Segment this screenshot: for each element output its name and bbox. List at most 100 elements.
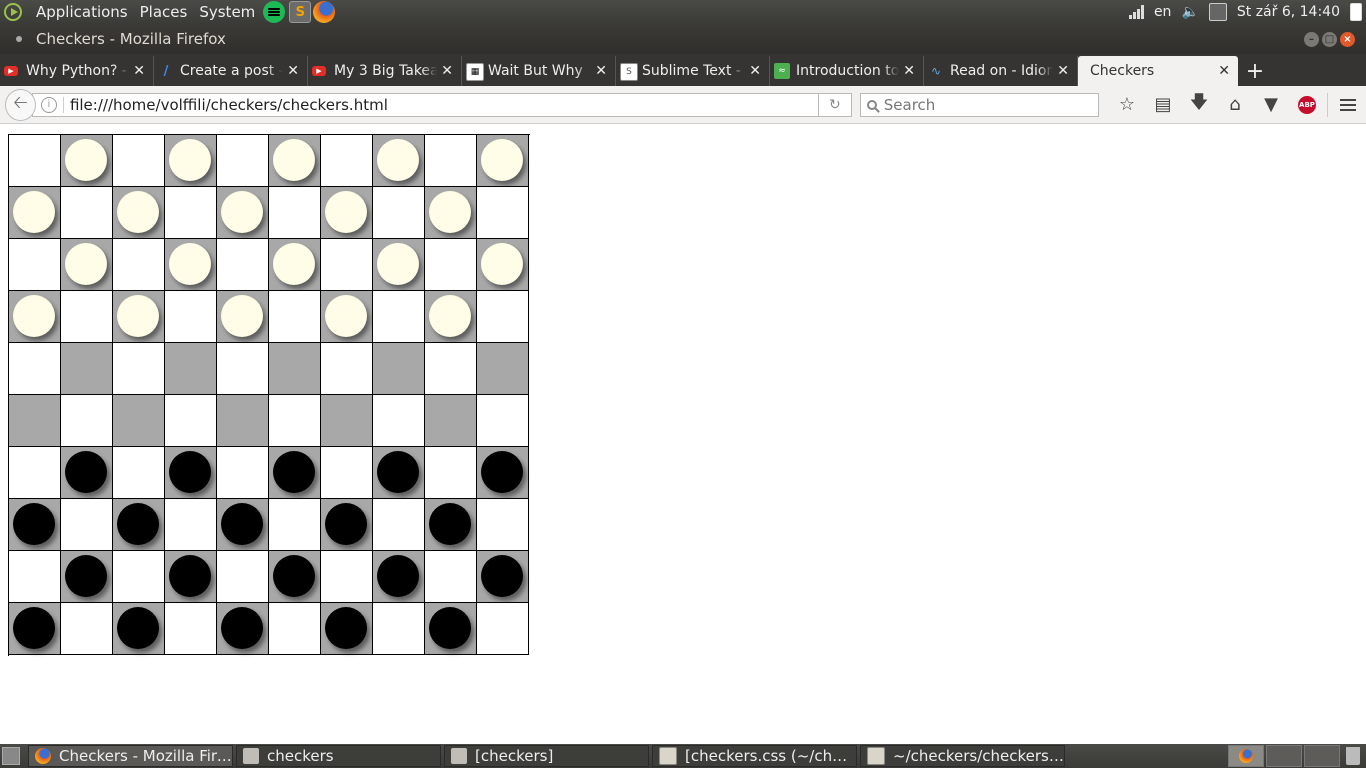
board-square[interactable] bbox=[269, 551, 321, 603]
board-square[interactable] bbox=[425, 603, 477, 655]
trash-icon[interactable] bbox=[1346, 747, 1360, 765]
board-square[interactable] bbox=[113, 603, 165, 655]
board-square[interactable] bbox=[477, 395, 529, 447]
board-square[interactable] bbox=[321, 187, 373, 239]
board-square[interactable] bbox=[321, 343, 373, 395]
board-square[interactable] bbox=[9, 551, 61, 603]
network-signal-icon[interactable] bbox=[1128, 5, 1144, 19]
board-square[interactable] bbox=[217, 551, 269, 603]
board-square[interactable] bbox=[113, 291, 165, 343]
board-square[interactable] bbox=[269, 395, 321, 447]
window-title-bar[interactable]: Checkers - Mozilla Firefox – □ × bbox=[0, 24, 1366, 54]
board-square[interactable] bbox=[321, 291, 373, 343]
board-square[interactable] bbox=[113, 239, 165, 291]
board-square[interactable] bbox=[217, 499, 269, 551]
new-tab-button[interactable]: + bbox=[1238, 56, 1272, 86]
board-square[interactable] bbox=[165, 135, 217, 187]
board-square[interactable] bbox=[61, 499, 113, 551]
board-square[interactable] bbox=[61, 603, 113, 655]
white-piece[interactable] bbox=[13, 191, 55, 233]
adblock-icon[interactable]: ABP bbox=[1289, 90, 1325, 120]
workspace-3[interactable] bbox=[1304, 745, 1340, 767]
board-square[interactable] bbox=[217, 447, 269, 499]
board-square[interactable] bbox=[321, 395, 373, 447]
black-piece[interactable] bbox=[13, 503, 55, 545]
workspace-2[interactable] bbox=[1266, 745, 1302, 767]
board-square[interactable] bbox=[165, 395, 217, 447]
white-piece[interactable] bbox=[221, 191, 263, 233]
board-square[interactable] bbox=[477, 187, 529, 239]
close-tab-icon[interactable]: ✕ bbox=[1057, 63, 1069, 79]
white-piece[interactable] bbox=[117, 295, 159, 337]
board-square[interactable] bbox=[113, 135, 165, 187]
task-checkers-folder[interactable]: checkers bbox=[236, 745, 441, 767]
close-tab-icon[interactable]: ✕ bbox=[595, 63, 607, 79]
black-piece[interactable] bbox=[169, 451, 211, 493]
board-square[interactable] bbox=[373, 499, 425, 551]
reload-button[interactable]: ↻ bbox=[818, 92, 852, 117]
board-square[interactable] bbox=[425, 395, 477, 447]
task-checkers-folder-2[interactable]: [checkers] bbox=[444, 745, 649, 767]
white-piece[interactable] bbox=[429, 191, 471, 233]
black-piece[interactable] bbox=[169, 555, 211, 597]
system-menu[interactable]: System bbox=[193, 0, 261, 24]
keyboard-layout-indicator[interactable]: en bbox=[1154, 4, 1172, 20]
board-square[interactable] bbox=[425, 135, 477, 187]
show-desktop-icon[interactable] bbox=[2, 747, 20, 765]
board-square[interactable] bbox=[113, 395, 165, 447]
info-icon[interactable]: i bbox=[40, 96, 57, 113]
tab-introduction[interactable]: ≈ Introduction to ✕ bbox=[770, 56, 924, 86]
board-square[interactable] bbox=[113, 187, 165, 239]
board-square[interactable] bbox=[165, 239, 217, 291]
firefox-launcher-icon[interactable] bbox=[313, 1, 336, 23]
white-piece[interactable] bbox=[169, 139, 211, 181]
board-square[interactable] bbox=[9, 603, 61, 655]
board-square[interactable] bbox=[425, 499, 477, 551]
black-piece[interactable] bbox=[377, 451, 419, 493]
board-square[interactable] bbox=[321, 499, 373, 551]
close-tab-icon[interactable]: ✕ bbox=[133, 63, 145, 79]
task-firefox[interactable]: Checkers - Mozilla Fire... bbox=[28, 745, 233, 767]
white-piece[interactable] bbox=[65, 243, 107, 285]
board-square[interactable] bbox=[477, 447, 529, 499]
spotify-launcher-icon[interactable] bbox=[263, 1, 286, 23]
board-square[interactable] bbox=[9, 499, 61, 551]
white-piece[interactable] bbox=[273, 139, 315, 181]
board-square[interactable] bbox=[373, 551, 425, 603]
black-piece[interactable] bbox=[273, 451, 315, 493]
board-square[interactable] bbox=[217, 395, 269, 447]
window-menu-icon[interactable] bbox=[16, 36, 22, 42]
close-tab-icon[interactable]: ✕ bbox=[903, 63, 915, 79]
black-piece[interactable] bbox=[221, 503, 263, 545]
white-piece[interactable] bbox=[429, 295, 471, 337]
board-square[interactable] bbox=[373, 239, 425, 291]
board-square[interactable] bbox=[425, 239, 477, 291]
board-square[interactable] bbox=[61, 135, 113, 187]
black-piece[interactable] bbox=[481, 555, 523, 597]
white-piece[interactable] bbox=[325, 295, 367, 337]
board-square[interactable] bbox=[269, 187, 321, 239]
white-piece[interactable] bbox=[377, 139, 419, 181]
black-piece[interactable] bbox=[273, 555, 315, 597]
board-square[interactable] bbox=[165, 499, 217, 551]
board-square[interactable] bbox=[165, 551, 217, 603]
board-square[interactable] bbox=[321, 447, 373, 499]
board-square[interactable] bbox=[321, 603, 373, 655]
board-square[interactable] bbox=[425, 551, 477, 603]
board-square[interactable] bbox=[373, 343, 425, 395]
board-square[interactable] bbox=[113, 499, 165, 551]
tab-checkers[interactable]: Checkers ✕ bbox=[1078, 56, 1238, 86]
board-square[interactable] bbox=[269, 603, 321, 655]
board-square[interactable] bbox=[9, 135, 61, 187]
board-square[interactable] bbox=[269, 135, 321, 187]
board-square[interactable] bbox=[9, 447, 61, 499]
black-piece[interactable] bbox=[429, 503, 471, 545]
board-square[interactable] bbox=[373, 447, 425, 499]
menu-icon[interactable] bbox=[1330, 90, 1366, 120]
tab-why-python[interactable]: ▶ Why Python? - Y ✕ bbox=[0, 56, 154, 86]
board-square[interactable] bbox=[321, 135, 373, 187]
applications-menu[interactable]: Applications bbox=[30, 0, 134, 24]
black-piece[interactable] bbox=[117, 503, 159, 545]
close-window-button[interactable]: × bbox=[1340, 31, 1355, 47]
black-piece[interactable] bbox=[377, 555, 419, 597]
